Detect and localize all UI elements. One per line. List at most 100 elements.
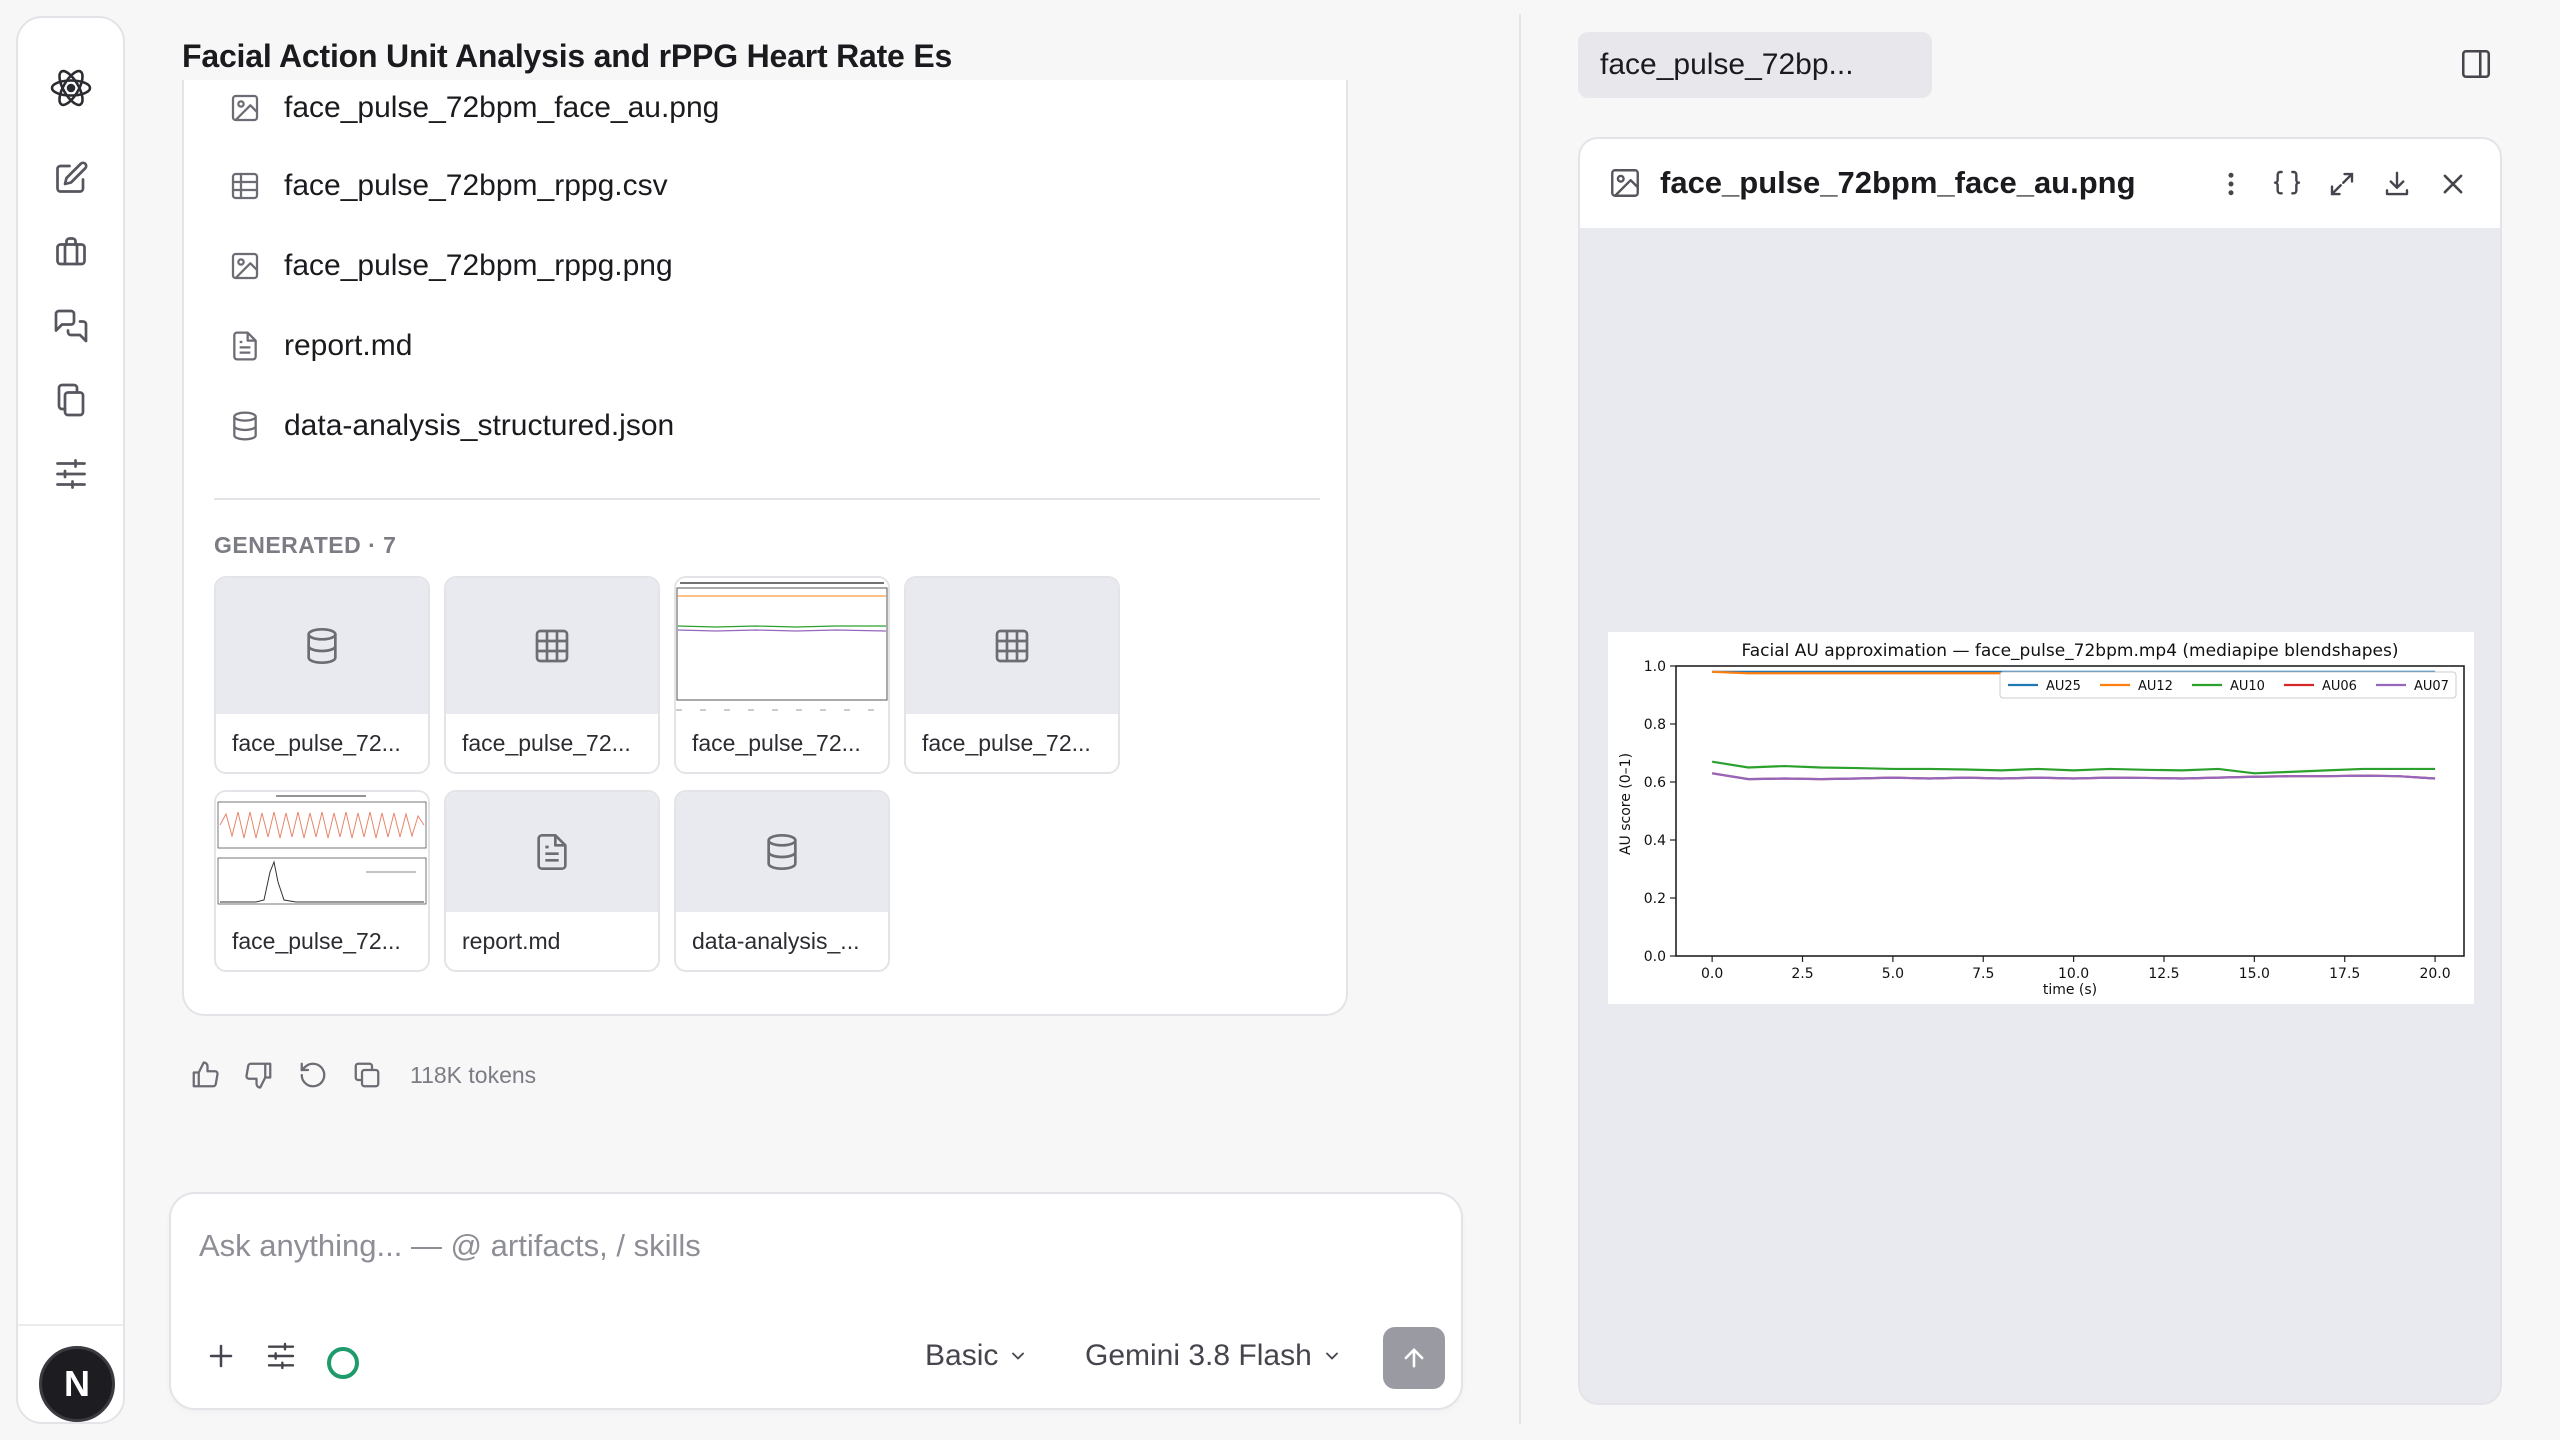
- expand-icon[interactable]: [2321, 163, 2363, 205]
- artifact-tile[interactable]: face_pulse_72...: [214, 576, 430, 774]
- chevron-down-icon: [1325, 1352, 1338, 1360]
- table-icon: [446, 578, 658, 714]
- more-options-icon[interactable]: [2210, 163, 2252, 205]
- image-icon: [226, 247, 264, 285]
- copy-icon[interactable]: [350, 1058, 384, 1092]
- atom-logo-icon[interactable]: [45, 62, 97, 114]
- database-icon: [216, 578, 428, 714]
- rppg-chart-thumbnail: [216, 792, 428, 912]
- model-label: Gemini 3.8 Flash: [1085, 1339, 1312, 1372]
- tools-sliders-icon[interactable]: [259, 1334, 303, 1378]
- thumbs-up-icon[interactable]: [188, 1058, 222, 1092]
- tile-caption: face_pulse_72...: [462, 729, 631, 756]
- tile-caption: face_pulse_72...: [232, 729, 401, 756]
- table-icon: [226, 167, 264, 205]
- legend-label: AU25: [2046, 679, 2081, 694]
- avatar-initial: N: [64, 1363, 90, 1404]
- artifact-tile[interactable]: face_pulse_72...: [214, 790, 430, 972]
- pane-divider[interactable]: [1519, 14, 1521, 1424]
- au-chart-image: Facial AU approximation — face_pulse_72b…: [1608, 632, 2474, 1004]
- copy-documents-icon[interactable]: [45, 374, 97, 426]
- add-attachment-icon[interactable]: [199, 1334, 243, 1378]
- new-chat-edit-icon[interactable]: [45, 152, 97, 204]
- user-avatar[interactable]: N: [39, 1346, 115, 1422]
- artifact-tab[interactable]: face_pulse_72bp...: [1578, 32, 1932, 98]
- chart-ticks: 0.0 2.5 5.0 7.5 10.0 12.5 15.0 17.5 20.0 0.0 0.2 0.…: [1644, 659, 2451, 982]
- artifact-tile[interactable]: face_pulse_72...: [904, 576, 1120, 774]
- close-icon[interactable]: [2432, 163, 2474, 205]
- tile-caption: data-analysis_...: [692, 927, 860, 954]
- chevron-down-icon: [1012, 1352, 1025, 1360]
- file-item[interactable]: data-analysis_structured.json: [226, 401, 674, 451]
- code-braces-icon[interactable]: [2266, 163, 2308, 205]
- tile-caption: face_pulse_72...: [232, 927, 401, 954]
- tile-caption: face_pulse_72...: [922, 729, 1091, 756]
- regenerate-icon[interactable]: [296, 1058, 330, 1092]
- tile-caption: face_pulse_72...: [692, 729, 861, 756]
- file-name: face_pulse_72bpm_rppg.png: [284, 249, 673, 282]
- chart-legend: AU25 AU12 AU10 AU06 AU07: [1999, 671, 2457, 699]
- toggle-panel-icon[interactable]: [2454, 42, 2498, 86]
- chart-title: Facial AU approximation — face_pulse_72b…: [1742, 641, 2399, 661]
- y-tick-label: 0.6: [1644, 775, 1666, 791]
- download-icon[interactable]: [2376, 163, 2418, 205]
- viewer-header: face_pulse_72bpm_face_au.png: [1580, 139, 2500, 228]
- x-tick-label: 20.0: [2419, 966, 2450, 982]
- viewer-file-name: face_pulse_72bpm_face_au.png: [1660, 165, 2136, 200]
- file-name: face_pulse_72bpm_face_au.png: [284, 91, 720, 124]
- file-item[interactable]: face_pulse_72bpm_face_au.png: [226, 83, 719, 133]
- chart-y-axis-label: AU score (0–1): [1618, 753, 1634, 855]
- briefcase-icon[interactable]: [45, 226, 97, 278]
- document-icon: [446, 792, 658, 912]
- section-divider: [214, 498, 1320, 500]
- send-button[interactable]: [1383, 1327, 1445, 1389]
- message-actions: 118K tokens: [188, 1058, 536, 1092]
- arrow-up-icon: [1404, 1348, 1424, 1368]
- file-item[interactable]: face_pulse_72bpm_rppg.csv: [226, 161, 668, 211]
- x-tick-label: 10.0: [2058, 966, 2089, 982]
- series-line-au10: [1711, 760, 2436, 775]
- x-tick-label: 2.5: [1791, 966, 1813, 982]
- file-item[interactable]: face_pulse_72bpm_rppg.png: [226, 241, 673, 291]
- y-tick-label: 0.4: [1644, 833, 1666, 849]
- y-tick-label: 0.8: [1644, 717, 1666, 733]
- connection-status-indicator[interactable]: [327, 1347, 359, 1379]
- x-tick-label: 15.0: [2239, 966, 2270, 982]
- model-dropdown[interactable]: Gemini 3.8 Flash: [1085, 1334, 1342, 1378]
- legend-label: AU07: [2414, 679, 2449, 694]
- message-composer: Basic Gemini 3.8 Flash: [169, 1192, 1463, 1410]
- settings-sliders-icon[interactable]: [45, 448, 97, 500]
- chat-input[interactable]: [199, 1222, 1299, 1270]
- artifact-tile[interactable]: face_pulse_72...: [674, 576, 890, 774]
- assistant-message-card: face_pulse_72bpm_face_au.png face_pulse_…: [182, 80, 1348, 1016]
- series-line-au07: [1711, 772, 2436, 781]
- chart-plot-area: [1675, 665, 2465, 957]
- legend-label: AU06: [2322, 679, 2357, 694]
- file-name: data-analysis_structured.json: [284, 409, 675, 442]
- token-count: 118K tokens: [410, 1061, 537, 1088]
- thumbs-down-icon[interactable]: [242, 1058, 276, 1092]
- mode-label: Basic: [925, 1339, 999, 1372]
- table-icon: [906, 578, 1118, 714]
- file-name: face_pulse_72bpm_rppg.csv: [284, 169, 668, 202]
- x-tick-label: 12.5: [2148, 966, 2179, 982]
- artifact-tile[interactable]: report.md: [444, 790, 660, 972]
- conversation-title: Facial Action Unit Analysis and rPPG Hea…: [182, 38, 953, 74]
- generated-label: GENERATED · 7: [214, 532, 397, 558]
- mode-dropdown[interactable]: Basic: [925, 1334, 1028, 1378]
- tile-caption: report.md: [462, 927, 561, 954]
- app-sidebar: N: [16, 16, 125, 1424]
- chats-icon[interactable]: [45, 300, 97, 352]
- file-name: report.md: [284, 329, 413, 362]
- au-line-chart: Facial AU approximation — face_pulse_72b…: [1618, 641, 2465, 998]
- sidebar-divider: [18, 1324, 123, 1326]
- artifact-tile[interactable]: face_pulse_72...: [444, 576, 660, 774]
- database-icon: [676, 792, 888, 912]
- document-icon: [226, 327, 264, 365]
- file-item[interactable]: report.md: [226, 321, 412, 371]
- artifact-tile[interactable]: data-analysis_...: [674, 790, 890, 972]
- database-icon: [226, 407, 264, 445]
- x-tick-label: 5.0: [1882, 966, 1904, 982]
- legend-label: AU10: [2230, 679, 2265, 694]
- x-tick-label: 17.5: [2329, 966, 2360, 982]
